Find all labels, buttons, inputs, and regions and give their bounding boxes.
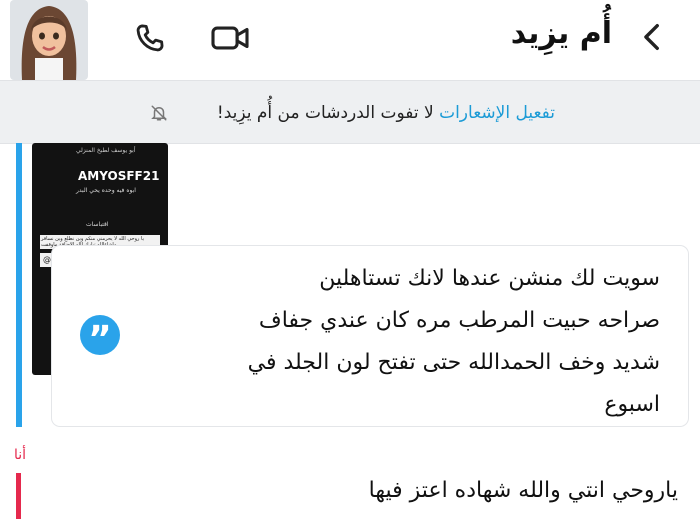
sender-label: أنا: [14, 447, 27, 463]
bell-off-icon: [150, 104, 168, 122]
thumbnail-top-text: أبو يوسف لطبخ المنزلي: [76, 147, 136, 154]
video-camera-icon[interactable]: [210, 18, 250, 58]
chat-header: أُم يزِيد: [0, 0, 700, 80]
notification-banner: تفعيل الإشعارات لا تفوت الدردشات من أُم …: [0, 80, 700, 144]
quoted-line: سويت لك منشن عندها لانك تستاهلين: [319, 266, 660, 291]
notification-message: لا تفوت الدردشات من أُم يزِيد!: [216, 103, 434, 123]
quoted-line: شديد وخف الحمدالله حتى تفتح لون الجلد في: [247, 350, 660, 375]
phone-icon[interactable]: [130, 18, 170, 58]
quote-thread-bar: [16, 143, 22, 427]
notification-text: تفعيل الإشعارات لا تفوت الدردشات من أُم …: [217, 103, 555, 123]
quoted-line: صراحه حبيت المرطب مره كان عندي جفاف: [258, 308, 660, 333]
chevron-left-icon[interactable]: [636, 20, 670, 54]
thumbnail-bio: ابوه فيه وحده يحي البدر: [76, 187, 136, 194]
page-title: أُم يزِيد: [510, 16, 612, 51]
avatar[interactable]: [10, 0, 88, 80]
my-message-bar: [16, 473, 21, 519]
thumbnail-label: اقتباسات: [86, 221, 109, 228]
enable-notifications-link[interactable]: تفعيل الإشعارات: [439, 103, 555, 123]
thumbnail-username: AMYOSFF21: [78, 169, 160, 183]
quoted-line: اسبوع: [604, 392, 660, 417]
quoted-message-text: سويت لك منشن عندها لانك تستاهلين صراحه ح…: [140, 258, 660, 426]
quote-icon: ”: [80, 315, 120, 360]
my-message-text: ياروحي انتي والله شهاده اعتز فيها: [368, 478, 678, 503]
